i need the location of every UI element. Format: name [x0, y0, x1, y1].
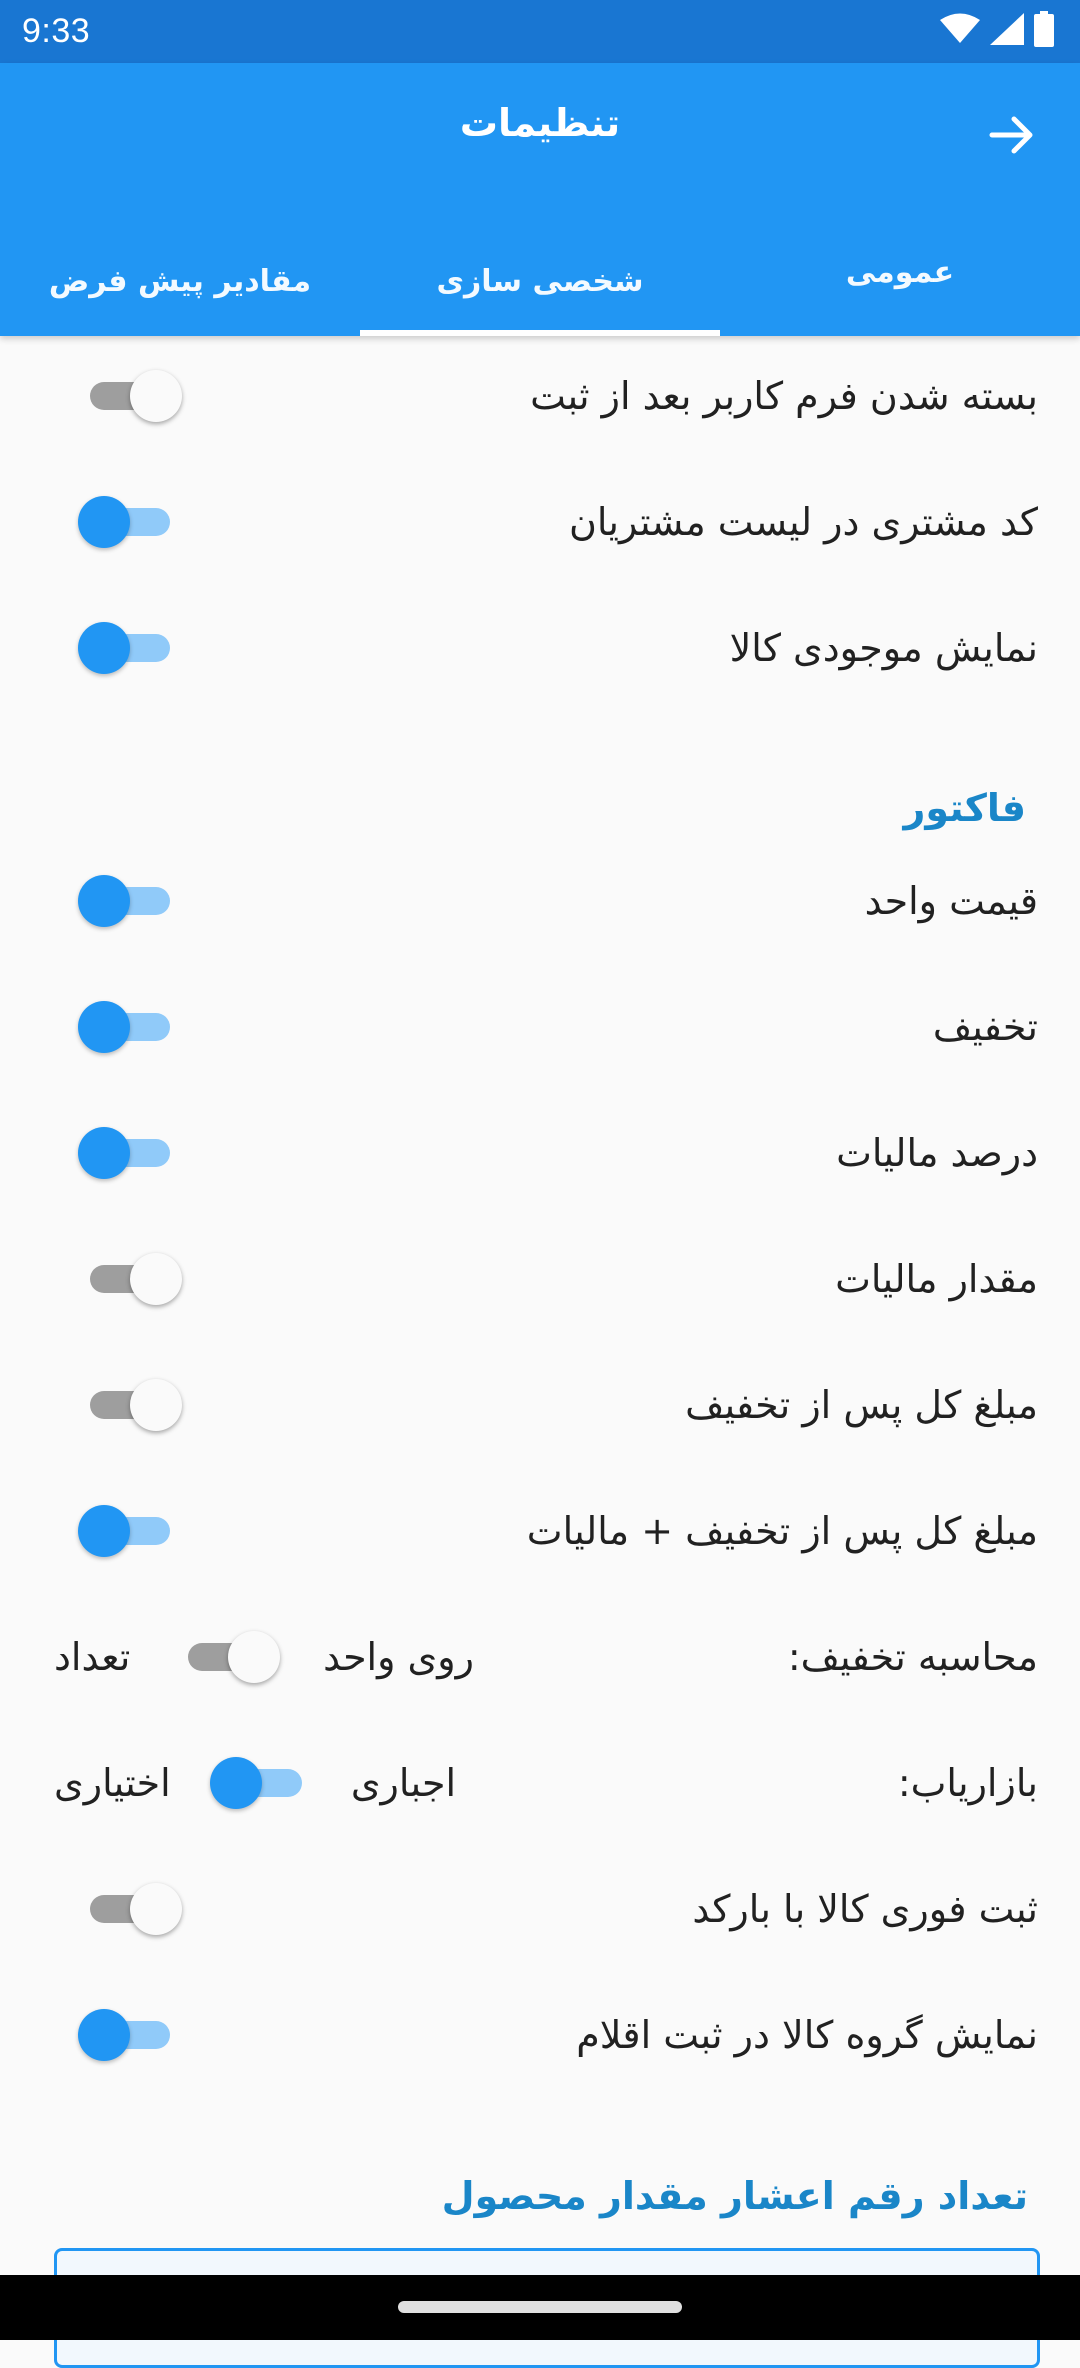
tab-label: مقادیر پیش فرض — [48, 264, 312, 299]
setting-row-show-stock: نمایش موجودی کالا — [0, 585, 1080, 711]
setting-row-show-product-group: نمایش گروه کالا در ثبت اقلام — [0, 1972, 1080, 2098]
setting-label: مقدار مالیات — [835, 1257, 1038, 1301]
section-header-decimals: تعداد رقم اعشار مقدار محصول — [441, 2174, 1028, 2218]
setting-row-customer-code: کد مشتری در لیست مشتریان — [0, 459, 1080, 585]
app-bar: تنظیمات مقادیر پیش فرض شخصی سازی عمومی — [0, 63, 1080, 336]
setting-row-unit-price: قیمت واحد — [0, 838, 1080, 964]
setting-label: مبلغ کل پس از تخفیف — [685, 1383, 1038, 1427]
status-time: 9:33 — [22, 12, 91, 50]
option-optional: اختیاری — [54, 1761, 171, 1805]
tab-bar: مقادیر پیش فرض شخصی سازی عمومی — [0, 231, 1080, 336]
setting-label: مبلغ کل پس از تخفیف + مالیات — [526, 1509, 1038, 1553]
setting-row-total-after-discount-tax: مبلغ کل پس از تخفیف + مالیات — [0, 1468, 1080, 1594]
setting-label: درصد مالیات — [836, 1131, 1038, 1175]
arrow-right-icon — [989, 116, 1033, 154]
page-title: تنظیمات — [459, 101, 621, 145]
back-button[interactable] — [986, 109, 1038, 161]
setting-label: کد مشتری در لیست مشتریان — [568, 500, 1038, 544]
toggle-switch[interactable] — [78, 997, 178, 1057]
setting-row-barcode-instant: ثبت فوری کالا با بارکد — [0, 1846, 1080, 1972]
setting-row-tax-percent: درصد مالیات — [0, 1090, 1080, 1216]
option-quantity: تعداد — [54, 1635, 131, 1679]
setting-label: قیمت واحد — [864, 879, 1038, 923]
toggle-switch[interactable] — [82, 1375, 182, 1435]
tab-personalization[interactable]: شخصی سازی — [360, 231, 720, 336]
setting-row-tax-amount: مقدار مالیات — [0, 1216, 1080, 1342]
toggle-switch[interactable] — [78, 2005, 178, 2065]
setting-label: محاسبه تخفیف: — [787, 1635, 1038, 1679]
system-nav-bar — [0, 2275, 1080, 2340]
toggle-switch[interactable] — [78, 492, 178, 552]
battery-icon — [1034, 11, 1054, 51]
toggle-switch[interactable] — [78, 1501, 178, 1561]
setting-row-marketer: بازاریاب: اجباری اختیاری — [0, 1720, 1080, 1846]
status-icons — [940, 11, 1054, 51]
toggle-switch[interactable] — [78, 871, 178, 931]
option-per-unit: روی واحد — [323, 1635, 474, 1679]
setting-row-total-after-discount: مبلغ کل پس از تخفیف — [0, 1342, 1080, 1468]
setting-label: تخفیف — [932, 1005, 1038, 1049]
toggle-switch[interactable] — [180, 1627, 280, 1687]
setting-row-discount: تخفیف — [0, 964, 1080, 1090]
setting-label: نمایش موجودی کالا — [729, 626, 1038, 670]
home-gesture-handle[interactable] — [398, 2301, 682, 2313]
toggle-switch[interactable] — [82, 1249, 182, 1309]
wifi-icon — [940, 13, 980, 49]
signal-icon — [990, 13, 1024, 49]
tab-label: شخصی سازی — [436, 264, 644, 299]
toggle-switch[interactable] — [82, 366, 182, 426]
toggle-switch[interactable] — [82, 1879, 182, 1939]
toggle-switch[interactable] — [78, 1123, 178, 1183]
section-header-invoice: فاکتور — [903, 786, 1026, 830]
setting-label: ثبت فوری کالا با بارکد — [692, 1887, 1038, 1931]
tab-label: عمومی — [845, 255, 955, 290]
setting-label: بازاریاب: — [897, 1761, 1038, 1805]
toggle-switch[interactable] — [210, 1753, 310, 1813]
toggle-switch[interactable] — [78, 618, 178, 678]
setting-label: نمایش گروه کالا در ثبت اقلام — [576, 2013, 1038, 2057]
setting-row-close-user-form: بسته شدن فرم کاربر بعد از ثبت — [0, 333, 1080, 459]
option-mandatory: اجباری — [350, 1761, 456, 1805]
status-bar: 9:33 — [0, 0, 1080, 63]
setting-row-discount-calc: محاسبه تخفیف: روی واحد تعداد — [0, 1594, 1080, 1720]
setting-label: بسته شدن فرم کاربر بعد از ثبت — [530, 374, 1038, 418]
tab-defaults[interactable]: مقادیر پیش فرض — [0, 231, 360, 336]
tab-general[interactable]: عمومی — [720, 231, 1080, 336]
